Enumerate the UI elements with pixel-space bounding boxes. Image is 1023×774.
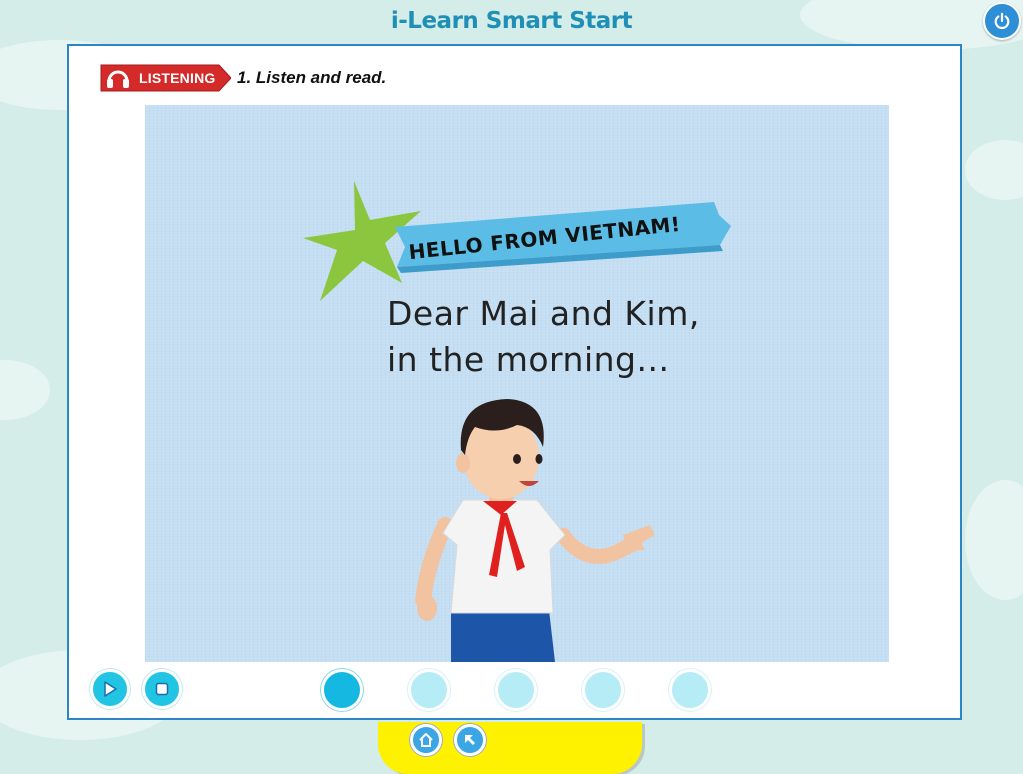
activity-panel: LISTENING 1. Listen and read. HELLO FROM… [67, 44, 962, 720]
page-dot-2[interactable] [408, 669, 450, 711]
playback-controls [69, 666, 960, 718]
page-dot-3[interactable] [495, 669, 537, 711]
power-icon [994, 12, 1010, 30]
home-icon [419, 733, 433, 747]
app-title: i-Learn Smart Start [390, 8, 633, 34]
power-button[interactable] [983, 2, 1021, 40]
background-cloud [965, 140, 1023, 200]
bottom-dock [378, 722, 642, 774]
page-dot-5[interactable] [669, 669, 711, 711]
page-dot-1[interactable] [321, 669, 363, 711]
page-dot-4[interactable] [582, 669, 624, 711]
headphones-icon [107, 70, 129, 88]
back-button[interactable] [454, 724, 486, 756]
play-button[interactable] [90, 669, 130, 709]
story-illustration: HELLO FROM VIETNAM! Dear Mai and Kim, in… [145, 105, 889, 662]
background-cloud [0, 360, 50, 420]
play-icon [104, 681, 117, 697]
stop-icon [155, 682, 169, 696]
boy-illustration [415, 399, 655, 662]
back-arrow-icon [465, 735, 475, 745]
home-button[interactable] [410, 724, 442, 756]
listening-badge: LISTENING [97, 63, 231, 93]
listening-label: LISTENING [139, 70, 216, 86]
stop-button[interactable] [142, 669, 182, 709]
instruction-text: 1. Listen and read. [237, 68, 387, 87]
background-cloud [965, 480, 1023, 600]
